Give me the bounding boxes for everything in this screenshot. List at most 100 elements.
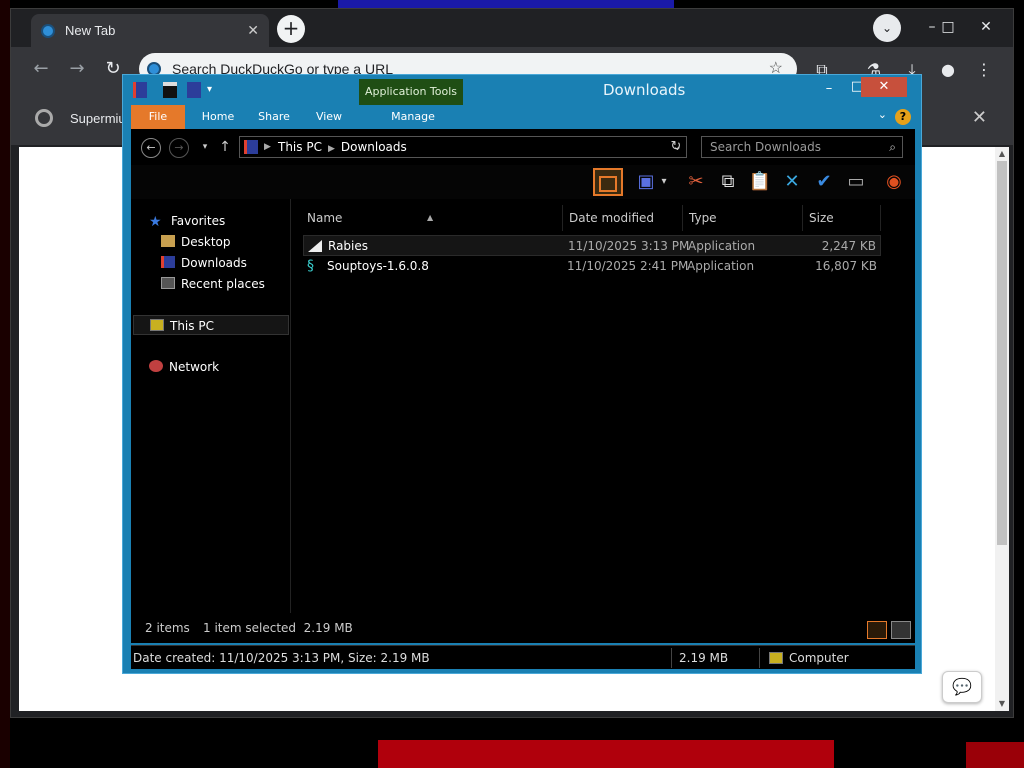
sort-ascending-icon: ▲ — [427, 213, 434, 222]
breadcrumb-this-pc[interactable]: This PC — [278, 140, 322, 154]
close-window-button[interactable]: ✕ — [861, 77, 907, 97]
details-view-icon[interactable] — [867, 621, 887, 639]
breadcrumb-chevron-icon[interactable]: ▶ — [264, 137, 271, 157]
scroll-down-icon[interactable]: ▼ — [995, 697, 1009, 711]
shell-icon[interactable]: ◉ — [879, 168, 909, 196]
explorer-window: ▾ Application Tools Downloads – □ ✕ File… — [122, 74, 922, 674]
computer-icon — [769, 652, 783, 664]
quick-access-dropdown-icon[interactable]: ▾ — [207, 82, 221, 98]
new-tab-button[interactable]: + — [277, 15, 305, 43]
desktop-folder-icon — [161, 235, 175, 247]
duckduckgo-icon — [41, 23, 55, 38]
back-arrow-icon[interactable]: ← — [141, 138, 161, 158]
details-location: Computer — [789, 651, 849, 665]
tab-view[interactable]: View — [305, 105, 353, 129]
address-box[interactable]: ▶ This PC ▶ Downloads ⌄ — [239, 136, 687, 158]
new-folder-icon[interactable] — [187, 82, 201, 98]
tab-search-chevron-icon[interactable]: ⌄ — [873, 14, 901, 42]
column-size[interactable]: Size — [803, 205, 881, 231]
recent-locations-dropdown-icon[interactable]: ▾ — [195, 138, 215, 158]
scroll-thumb[interactable] — [997, 161, 1007, 545]
desktop-red-strip — [378, 740, 834, 768]
minimize-icon[interactable]: – — [819, 79, 839, 99]
back-arrow-icon[interactable]: ← — [29, 57, 53, 81]
rename-icon[interactable]: ▭ — [841, 168, 871, 196]
nav-network[interactable]: Network — [149, 357, 219, 377]
nav-desktop[interactable]: Desktop — [161, 232, 231, 252]
close-icon[interactable]: ✕ — [969, 13, 1003, 41]
explorer-body: ← → ▾ ↑ ▶ This PC ▶ Downloads ⌄ ↻ Search D… — [131, 129, 915, 643]
profile-avatar-icon[interactable]: ● — [937, 59, 959, 81]
forward-arrow-icon[interactable]: → — [65, 57, 89, 81]
nav-recent-places[interactable]: Recent places — [161, 274, 265, 294]
application-icon — [308, 240, 322, 252]
tab-title: New Tab — [65, 23, 116, 38]
nav-label: Downloads — [181, 256, 247, 270]
desktop-red-strip-right — [966, 742, 1024, 768]
file-type: Application — [687, 259, 755, 273]
column-type[interactable]: Type — [683, 205, 803, 231]
file-list: Name ▲ Date modified Type Size Rabies 11… — [301, 199, 913, 613]
file-row-souptoys[interactable]: § Souptoys-1.6.0.8 11/10/2025 2:41 PM Ap… — [303, 256, 881, 277]
chat-bubble-icon[interactable]: 💬 — [942, 671, 982, 703]
file-date: 11/10/2025 3:13 PM — [568, 239, 690, 253]
large-icons-view-icon[interactable] — [891, 621, 911, 639]
up-arrow-icon[interactable]: ↑ — [215, 138, 235, 158]
preview-pane-icon[interactable] — [593, 168, 623, 196]
details-info: Date created: 11/10/2025 3:13 PM, Size: … — [133, 651, 430, 665]
search-placeholder: Search Downloads — [710, 140, 821, 154]
help-icon[interactable]: ? — [895, 109, 911, 125]
window-title: Downloads — [603, 81, 686, 99]
search-downloads-input[interactable]: Search Downloads ⌕ — [701, 136, 903, 158]
nav-label: Network — [169, 360, 220, 374]
maximize-icon[interactable]: □ — [931, 13, 965, 41]
tab-file[interactable]: File — [131, 105, 185, 129]
computer-icon — [150, 319, 164, 331]
tab-manage[interactable]: Manage — [361, 105, 465, 129]
column-date-modified[interactable]: Date modified — [563, 205, 683, 231]
column-name-label: Name — [307, 211, 343, 225]
properties-icon[interactable] — [163, 82, 177, 98]
details-separator — [759, 648, 760, 668]
column-name[interactable]: Name ▲ — [301, 205, 563, 231]
nav-favorites[interactable]: ★ Favorites — [149, 211, 225, 231]
cut-scissors-icon[interactable]: ✂ — [681, 168, 711, 196]
menu-kebab-icon[interactable]: ⋮ — [973, 59, 995, 81]
refresh-icon[interactable]: ↻ — [665, 136, 687, 158]
file-row-rabies[interactable]: Rabies 11/10/2025 3:13 PM Application 2,… — [303, 235, 881, 256]
recent-places-icon — [161, 277, 175, 289]
nav-this-pc[interactable]: This PC — [133, 315, 289, 335]
bar-close-icon[interactable]: ✕ — [972, 107, 987, 128]
forward-arrow-icon[interactable]: → — [169, 138, 189, 158]
desktop-left-strip — [0, 0, 10, 768]
tab-home[interactable]: Home — [191, 105, 245, 129]
file-size: 16,807 KB — [815, 259, 877, 273]
tab-share[interactable]: Share — [249, 105, 299, 129]
tab-new-tab[interactable]: New Tab ✕ — [31, 14, 269, 47]
search-icon[interactable]: ⌕ — [889, 137, 896, 157]
ribbon-tabs: File Home Share View Manage ⌄ ? — [131, 105, 915, 129]
ribbon-collapse-chevron-icon[interactable]: ⌄ — [878, 108, 887, 121]
breadcrumb-chevron-icon[interactable]: ▶ — [328, 144, 335, 154]
file-name: Souptoys-1.6.0.8 — [327, 259, 429, 273]
navigation-pane: ★ Favorites Desktop Downloads Recent plac… — [131, 199, 291, 613]
details-bar: Date created: 11/10/2025 3:13 PM, Size: … — [131, 645, 915, 669]
details-separator — [671, 648, 672, 668]
scroll-up-icon[interactable]: ▲ — [995, 147, 1009, 161]
paste-clipboard-icon[interactable]: 📋 — [745, 168, 775, 196]
explorer-titlebar: ▾ Application Tools Downloads – □ ✕ — [123, 75, 921, 107]
address-row: ← → ▾ ↑ ▶ This PC ▶ Downloads ⌄ ↻ Search D… — [131, 129, 915, 165]
select-dropdown-icon[interactable]: ▾ — [657, 168, 671, 196]
checkmark-icon[interactable]: ✔ — [809, 168, 839, 196]
nav-downloads[interactable]: Downloads — [161, 253, 247, 273]
breadcrumb-downloads[interactable]: Downloads — [341, 140, 407, 154]
tab-close-icon[interactable]: ✕ — [247, 22, 259, 39]
delete-x-icon[interactable]: ✕ — [777, 168, 807, 196]
page-scrollbar[interactable]: ▲ ▼ — [995, 147, 1009, 711]
application-tools-context-tab[interactable]: Application Tools — [359, 79, 463, 107]
copy-icon[interactable]: ⧉ — [713, 168, 743, 196]
explorer-app-icon — [133, 82, 147, 98]
bookmark-item[interactable]: Supermiu — [70, 111, 126, 126]
star-icon: ★ — [149, 214, 162, 230]
command-icon-bar: ▣ ▾ ✂ ⧉ 📋 ✕ ✔ ▭ ◉ — [131, 165, 915, 199]
